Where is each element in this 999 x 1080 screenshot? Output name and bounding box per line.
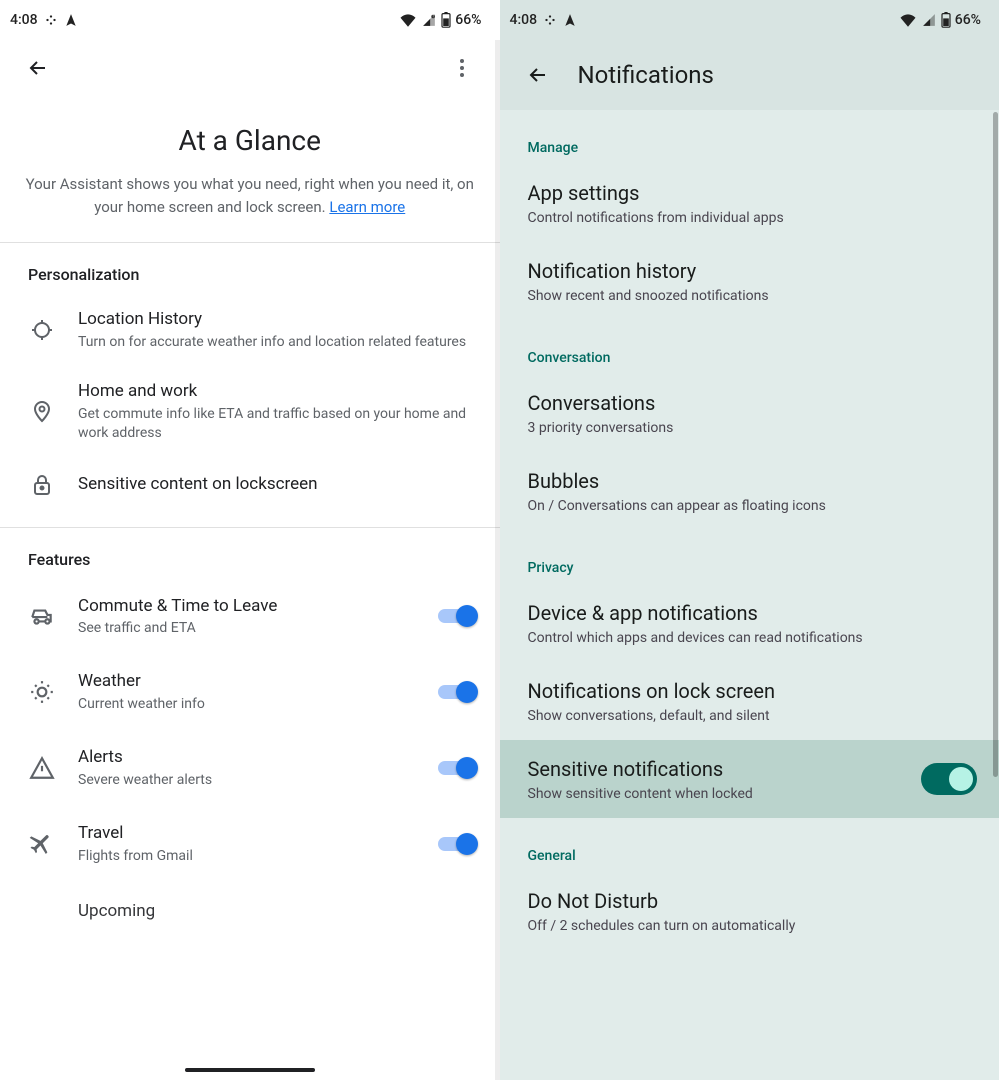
category-general: General <box>500 818 999 872</box>
slack-icon <box>543 13 557 27</box>
battery-icon <box>441 12 451 28</box>
feature-desc: Current weather info <box>78 695 416 714</box>
feature-travel[interactable]: Travel Flights from Gmail <box>0 806 500 882</box>
sun-icon <box>28 678 56 706</box>
feature-title: Upcoming <box>78 900 476 923</box>
setting-title: Sensitive content on lockscreen <box>78 473 480 496</box>
section-header-personalization: Personalization <box>0 243 500 294</box>
toggle-commute[interactable] <box>438 605 476 627</box>
svg-text:!: ! <box>433 15 434 19</box>
row-desc: Show recent and snoozed notifications <box>528 288 972 304</box>
setting-title: Home and work <box>78 380 480 403</box>
wifi-icon <box>899 13 917 27</box>
toggle-alerts[interactable] <box>438 757 476 779</box>
back-button[interactable] <box>524 55 552 95</box>
overflow-menu-button[interactable] <box>442 48 482 88</box>
location-crosshair-icon <box>28 316 56 344</box>
row-desc: Off / 2 schedules can turn on automatica… <box>528 918 972 934</box>
page-title: At a Glance <box>0 124 500 157</box>
lock-icon <box>28 471 56 499</box>
row-desc: 3 priority conversations <box>528 420 972 436</box>
feature-upcoming[interactable]: Upcoming <box>0 882 500 942</box>
setting-location-history[interactable]: Location History Turn on for accurate we… <box>0 294 500 366</box>
row-title: Do Not Disturb <box>528 888 972 914</box>
toggle-travel[interactable] <box>438 833 476 855</box>
toggle-sensitive-notifications[interactable] <box>921 763 977 795</box>
category-conversation: Conversation <box>500 320 999 374</box>
setting-notifications-lock-screen[interactable]: Notifications on lock screen Show conver… <box>500 662 999 740</box>
airplane-icon <box>28 830 56 858</box>
row-desc: Control notifications from individual ap… <box>528 210 972 226</box>
feature-title: Commute & Time to Leave <box>78 595 416 618</box>
row-desc: Show sensitive content when locked <box>528 786 922 802</box>
calendar-icon <box>28 898 56 926</box>
row-desc: Show conversations, default, and silent <box>528 708 972 724</box>
row-title: App settings <box>528 180 972 206</box>
feature-title: Travel <box>78 822 416 845</box>
feature-desc: Severe weather alerts <box>78 771 416 790</box>
row-title: Notifications on lock screen <box>528 678 972 704</box>
toggle-weather[interactable] <box>438 681 476 703</box>
row-title: Device & app notifications <box>528 600 972 626</box>
navigation-icon <box>64 13 78 27</box>
back-button[interactable] <box>18 48 58 88</box>
feature-alerts[interactable]: Alerts Severe weather alerts <box>0 730 500 806</box>
feature-desc: See traffic and ETA <box>78 619 416 638</box>
slack-icon <box>44 13 58 27</box>
setting-notification-history[interactable]: Notification history Show recent and sno… <box>500 242 999 320</box>
status-time: 4:08 <box>10 12 38 28</box>
setting-bubbles[interactable]: Bubbles On / Conversations can appear as… <box>500 452 999 530</box>
row-title: Bubbles <box>528 468 972 494</box>
pin-icon <box>28 397 56 425</box>
battery-icon <box>941 12 951 28</box>
feature-title: Weather <box>78 670 416 693</box>
signal-icon <box>921 13 937 27</box>
status-battery-pct: 66% <box>455 12 481 28</box>
status-bar: 4:08 66% <box>500 0 999 40</box>
navigation-icon <box>563 13 577 27</box>
category-manage: Manage <box>500 110 999 164</box>
status-time: 4:08 <box>510 12 538 28</box>
status-battery-pct: 66% <box>955 12 981 28</box>
row-title: Notification history <box>528 258 972 284</box>
row-desc: On / Conversations can appear as floatin… <box>528 498 972 514</box>
feature-desc: Flights from Gmail <box>78 847 416 866</box>
status-bar: 4:08 ! 66% <box>0 0 500 40</box>
page-title: Notifications <box>578 61 714 89</box>
car-icon <box>28 602 56 630</box>
page-subtitle: Your Assistant shows you what you need, … <box>0 157 500 242</box>
subtitle-text: Your Assistant shows you what you need, … <box>26 175 474 216</box>
row-title: Sensitive notifications <box>528 756 922 782</box>
setting-desc: Turn on for accurate weather info and lo… <box>78 333 480 352</box>
section-header-features: Features <box>0 528 500 579</box>
setting-conversations[interactable]: Conversations 3 priority conversations <box>500 374 999 452</box>
alert-triangle-icon <box>28 754 56 782</box>
notifications-screen: 4:08 66% Notifications Manage App settin… <box>500 0 999 1080</box>
feature-commute[interactable]: Commute & Time to Leave See traffic and … <box>0 579 500 655</box>
toolbar <box>0 40 500 96</box>
feature-title: Alerts <box>78 746 416 769</box>
setting-device-app-notifications[interactable]: Device & app notifications Control which… <box>500 584 999 662</box>
learn-more-link[interactable]: Learn more <box>329 198 405 216</box>
setting-sensitive-lockscreen[interactable]: Sensitive content on lockscreen <box>0 457 500 513</box>
setting-title: Location History <box>78 308 480 331</box>
row-desc: Control which apps and devices can read … <box>528 630 972 646</box>
toolbar: Notifications <box>500 40 999 110</box>
setting-do-not-disturb[interactable]: Do Not Disturb Off / 2 schedules can tur… <box>500 872 999 950</box>
setting-sensitive-notifications[interactable]: Sensitive notifications Show sensitive c… <box>500 740 999 818</box>
setting-desc: Get commute info like ETA and traffic ba… <box>78 405 480 443</box>
home-indicator[interactable] <box>185 1068 315 1072</box>
signal-icon: ! <box>421 13 437 27</box>
scrollbar[interactable] <box>993 112 998 777</box>
row-title: Conversations <box>528 390 972 416</box>
setting-app-settings[interactable]: App settings Control notifications from … <box>500 164 999 242</box>
feature-weather[interactable]: Weather Current weather info <box>0 654 500 730</box>
wifi-icon <box>399 13 417 27</box>
at-a-glance-screen: 4:08 ! 66% At a Glance Your Assistant sh… <box>0 0 500 1080</box>
category-privacy: Privacy <box>500 530 999 584</box>
setting-home-work[interactable]: Home and work Get commute info like ETA … <box>0 366 500 457</box>
